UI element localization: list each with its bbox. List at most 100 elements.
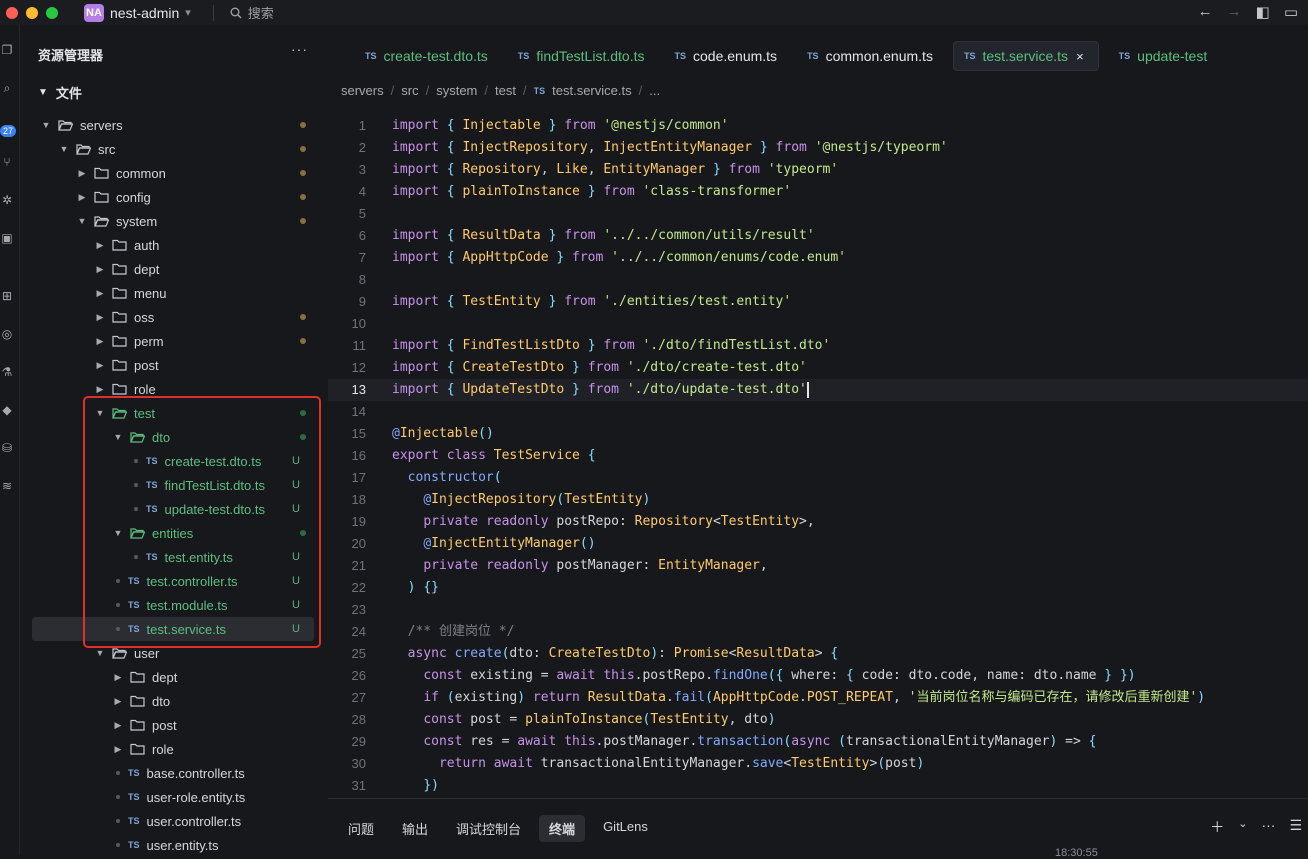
chevron-down-icon[interactable]: ▼ (76, 216, 88, 226)
chevron-right-icon[interactable]: ▶ (94, 264, 106, 275)
chevron-right-icon[interactable]: ▶ (94, 384, 106, 395)
toggle-sidebar-icon[interactable]: ◧ (1256, 3, 1270, 21)
folder-item[interactable]: ▶ dept (32, 257, 314, 281)
panel-tab[interactable]: 终端 (539, 815, 586, 842)
panel-tab[interactable]: GitLens (593, 815, 658, 842)
folder-item[interactable]: ▶ common (32, 161, 314, 185)
folder-item[interactable]: ▶ post (32, 713, 314, 737)
folder-item[interactable]: ▼ system (32, 209, 314, 233)
breadcrumb-item[interactable]: test.service.ts (552, 83, 631, 98)
chevron-right-icon[interactable]: ▶ (112, 696, 124, 707)
chevron-down-icon[interactable]: ▼ (112, 432, 124, 442)
back-arrow-icon[interactable]: ← (1198, 3, 1213, 21)
chevron-right-icon[interactable]: ▶ (112, 672, 124, 683)
database-icon[interactable]: ⛁ (0, 441, 14, 455)
gitlens-icon[interactable]: ◎ (0, 327, 14, 341)
remote-explorer-icon[interactable]: ▣ (0, 231, 14, 245)
tab-findTestList-dto-ts[interactable]: TS findTestList.dto.ts (508, 41, 659, 71)
chevron-down-icon[interactable]: ▼ (112, 528, 124, 538)
files-section-header[interactable]: ▼ 文件 (38, 83, 82, 102)
close-icon[interactable]: × (1076, 49, 1084, 64)
chevron-down-icon[interactable]: ▼ (40, 120, 52, 130)
panel-tab[interactable]: 调试控制台 (446, 815, 531, 842)
folder-item[interactable]: ▼ servers (32, 113, 314, 137)
docker-icon[interactable]: ◆ (0, 403, 14, 417)
tab-update-test[interactable]: TS update-test (1109, 41, 1222, 71)
close-window-button[interactable] (6, 6, 18, 19)
folder-item[interactable]: ▶ config (32, 185, 314, 209)
breadcrumb-item[interactable]: src (401, 83, 418, 98)
chevron-right-icon[interactable]: ▶ (112, 720, 124, 731)
chevron-right-icon[interactable]: ▶ (94, 240, 106, 251)
breadcrumb-item[interactable]: test (495, 83, 516, 98)
more-icon[interactable]: ··· (1261, 817, 1275, 837)
workspace-badge[interactable]: NA (84, 3, 104, 22)
folder-item[interactable]: ▶ dto (32, 689, 314, 713)
more-actions-icon[interactable]: ··· (291, 41, 308, 57)
workspace-name[interactable]: nest-admin (110, 5, 179, 21)
tab-test-service-ts[interactable]: TS test.service.ts × (952, 41, 1099, 71)
folder-item[interactable]: ▶ auth (32, 233, 314, 257)
folder-item[interactable]: ▶ oss (32, 305, 314, 329)
folder-item[interactable]: ▼ src (32, 137, 314, 161)
folder-item[interactable]: ▼ test (32, 401, 314, 425)
forward-arrow-icon[interactable]: → (1227, 3, 1242, 21)
chevron-right-icon[interactable]: ▶ (76, 192, 88, 203)
folder-item[interactable]: ▶ role (32, 737, 314, 761)
search-activity-icon[interactable]: ⌕ (0, 81, 14, 95)
explorer-icon[interactable]: ❐ (0, 43, 14, 57)
folder-item[interactable]: ▼ dto (32, 425, 314, 449)
breadcrumb-item[interactable]: system (436, 83, 477, 98)
file-item[interactable]: TS user.controller.ts (32, 809, 314, 833)
folder-item[interactable]: ▼ entities (32, 521, 314, 545)
layers-icon[interactable]: ≋ (0, 479, 14, 493)
file-item[interactable]: TS test.controller.ts U (32, 569, 314, 593)
new-terminal-icon[interactable]: ＋ (1210, 817, 1224, 837)
folder-item[interactable]: ▶ role (32, 377, 314, 401)
maximize-panel-icon[interactable]: ☰ (1289, 817, 1302, 837)
file-item[interactable]: TS create-test.dto.ts U (32, 449, 314, 473)
folder-item[interactable]: ▶ dept (32, 665, 314, 689)
search-box[interactable]: 搜索 (230, 3, 274, 22)
folder-item[interactable]: ▶ perm (32, 329, 314, 353)
tree-dot (116, 843, 120, 847)
tab-create-test-dto-ts[interactable]: TS create-test.dto.ts (355, 41, 502, 71)
chevron-right-icon[interactable]: ▶ (94, 312, 106, 323)
file-item[interactable]: TS test.module.ts U (32, 593, 314, 617)
folder-item[interactable]: ▼ user (32, 641, 314, 665)
tab-code-enum-ts[interactable]: TS code.enum.ts (664, 41, 791, 71)
source-control-icon[interactable]: ⑂ (0, 155, 14, 169)
file-item[interactable]: TS test.service.ts U (32, 617, 314, 641)
toggle-panel-icon[interactable]: ▭ (1284, 3, 1298, 21)
panel-tab[interactable]: 问题 (338, 815, 384, 842)
breadcrumb-item[interactable]: ... (649, 83, 660, 98)
code-line: 15 @Injectable() (328, 423, 1308, 445)
chevron-down-icon[interactable]: ⌄ (1238, 817, 1247, 837)
maximize-window-button[interactable] (46, 6, 58, 19)
extensions-icon[interactable]: ⊞ (0, 289, 14, 303)
file-item[interactable]: TS test.entity.ts U (32, 545, 314, 569)
file-item[interactable]: TS findTestList.dto.ts U (32, 473, 314, 497)
chevron-down-icon[interactable]: ▼ (94, 648, 106, 658)
file-item[interactable]: TS user.entity.ts (32, 833, 314, 857)
folder-icon (130, 671, 146, 683)
file-item[interactable]: TS update-test.dto.ts U (32, 497, 314, 521)
chevron-right-icon[interactable]: ▶ (94, 288, 106, 299)
chevron-right-icon[interactable]: ▶ (94, 336, 106, 347)
breadcrumb-item[interactable]: servers (341, 83, 384, 98)
testing-icon[interactable]: ⚗ (0, 365, 14, 379)
chevron-down-icon[interactable]: ▾ (185, 6, 191, 19)
folder-item[interactable]: ▶ post (32, 353, 314, 377)
chevron-down-icon[interactable]: ▼ (94, 408, 106, 418)
debug-icon[interactable]: ✲ (0, 193, 14, 207)
chevron-right-icon[interactable]: ▶ (94, 360, 106, 371)
folder-item[interactable]: ▶ menu (32, 281, 314, 305)
chevron-right-icon[interactable]: ▶ (76, 168, 88, 179)
chevron-right-icon[interactable]: ▶ (112, 744, 124, 755)
minimize-window-button[interactable] (26, 6, 38, 19)
panel-tab[interactable]: 输出 (392, 815, 438, 842)
file-item[interactable]: TS base.controller.ts (32, 761, 314, 785)
chevron-down-icon[interactable]: ▼ (58, 144, 70, 154)
tab-common-enum-ts[interactable]: TS common.enum.ts (797, 41, 947, 71)
file-item[interactable]: TS user-role.entity.ts (32, 785, 314, 809)
